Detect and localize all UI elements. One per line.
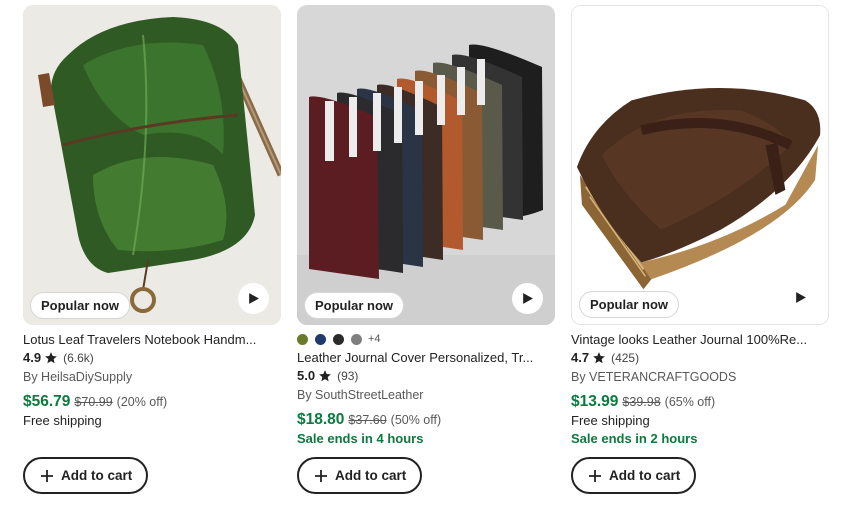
add-to-cart-button[interactable]: Add to cart <box>23 457 149 494</box>
play-video-button[interactable] <box>238 283 269 314</box>
rating-row: 5.0 (93) <box>297 367 555 385</box>
sale-countdown: Sale ends in 2 hours <box>571 431 698 446</box>
play-video-button[interactable] <box>512 283 543 314</box>
green-leaf-notebook-photo <box>23 5 281 325</box>
price-row: $18.80 $37.60 (50% off) <box>297 410 555 430</box>
shop-name: By SouthStreetLeather <box>297 388 424 402</box>
add-to-cart-label: Add to cart <box>335 468 407 483</box>
rating-score: 4.9 <box>23 350 42 365</box>
star-icon <box>593 352 605 364</box>
listing-card[interactable]: Popular now Vintage looks Leather Journa… <box>571 5 829 494</box>
review-count: (93) <box>337 369 359 383</box>
discount-percent: (65% off) <box>664 395 716 409</box>
add-to-cart-button[interactable]: Add to cart <box>297 457 423 494</box>
rating-row: 4.7 (425) <box>571 349 829 367</box>
rating-row: 4.9 (6.6k) <box>23 349 281 367</box>
rating-score: 5.0 <box>297 368 316 383</box>
original-price: $39.98 <box>622 395 661 409</box>
popular-now-badge: Popular now <box>579 291 679 318</box>
original-price: $70.99 <box>74 395 113 409</box>
add-to-cart-button[interactable]: Add to cart <box>571 457 697 494</box>
add-to-cart-label: Add to cart <box>609 468 681 483</box>
listing-info: Vintage looks Leather Journal 100%Re... … <box>571 325 829 448</box>
price-row: $56.79 $70.99 (20% off) <box>23 392 281 412</box>
color-swatches: +4 <box>297 331 555 347</box>
original-price: $37.60 <box>348 413 387 427</box>
discount-percent: (50% off) <box>390 413 442 427</box>
color-swatch <box>315 333 326 345</box>
discount-percent: (20% off) <box>116 395 168 409</box>
color-swatch <box>333 333 344 345</box>
listing-title[interactable]: Vintage looks Leather Journal 100%Re... <box>571 331 823 348</box>
popular-now-badge: Popular now <box>304 292 404 319</box>
sale-price: $56.79 <box>23 393 71 410</box>
shop-name: By VETERANCRAFTGOODS <box>571 370 737 384</box>
shop-name: By HeilsaDiySupply <box>23 370 133 384</box>
listing-image[interactable]: Popular now <box>571 5 829 325</box>
sale-price: $18.80 <box>297 411 345 428</box>
play-icon <box>796 292 806 303</box>
popular-now-badge: Popular now <box>30 292 130 319</box>
listing-title[interactable]: Lotus Leaf Travelers Notebook Handm... <box>23 331 275 348</box>
review-count: (425) <box>611 351 640 365</box>
listing-info: Lotus Leaf Travelers Notebook Handm... 4… <box>23 325 281 430</box>
play-icon <box>523 293 533 304</box>
listing-title[interactable]: Leather Journal Cover Personalized, Tr..… <box>297 349 549 366</box>
listing-image[interactable]: Popular now <box>297 5 555 325</box>
star-icon <box>319 370 331 382</box>
rating-score: 4.7 <box>571 350 590 365</box>
plus-icon <box>315 469 327 482</box>
listing-info: +4 Leather Journal Cover Personalized, T… <box>297 325 555 448</box>
play-icon <box>249 293 259 304</box>
listing-card[interactable]: Popular now +4 Leather Journal Cover Per… <box>297 5 555 494</box>
price-row: $13.99 $39.98 (65% off) <box>571 392 829 412</box>
play-video-button[interactable] <box>785 282 816 313</box>
listing-card[interactable]: Popular now Lotus Leaf Travelers Noteboo… <box>23 5 281 494</box>
color-swatch <box>297 333 308 345</box>
star-icon <box>45 352 57 364</box>
plus-icon <box>589 469 601 482</box>
listing-grid: Popular now Lotus Leaf Travelers Noteboo… <box>0 0 851 507</box>
more-swatches-count: +4 <box>368 333 381 345</box>
sale-price: $13.99 <box>571 393 619 410</box>
sale-countdown: Sale ends in 4 hours <box>297 431 424 446</box>
add-to-cart-label: Add to cart <box>61 468 133 483</box>
vintage-leather-journal-photo <box>572 6 828 324</box>
plus-icon <box>41 469 53 482</box>
listing-image[interactable]: Popular now <box>23 5 281 325</box>
shipping-info: Free shipping <box>23 413 102 428</box>
colored-journal-covers-photo <box>297 5 555 325</box>
shipping-info: Free shipping <box>571 413 650 428</box>
review-count: (6.6k) <box>63 351 94 365</box>
color-swatch <box>351 333 362 345</box>
